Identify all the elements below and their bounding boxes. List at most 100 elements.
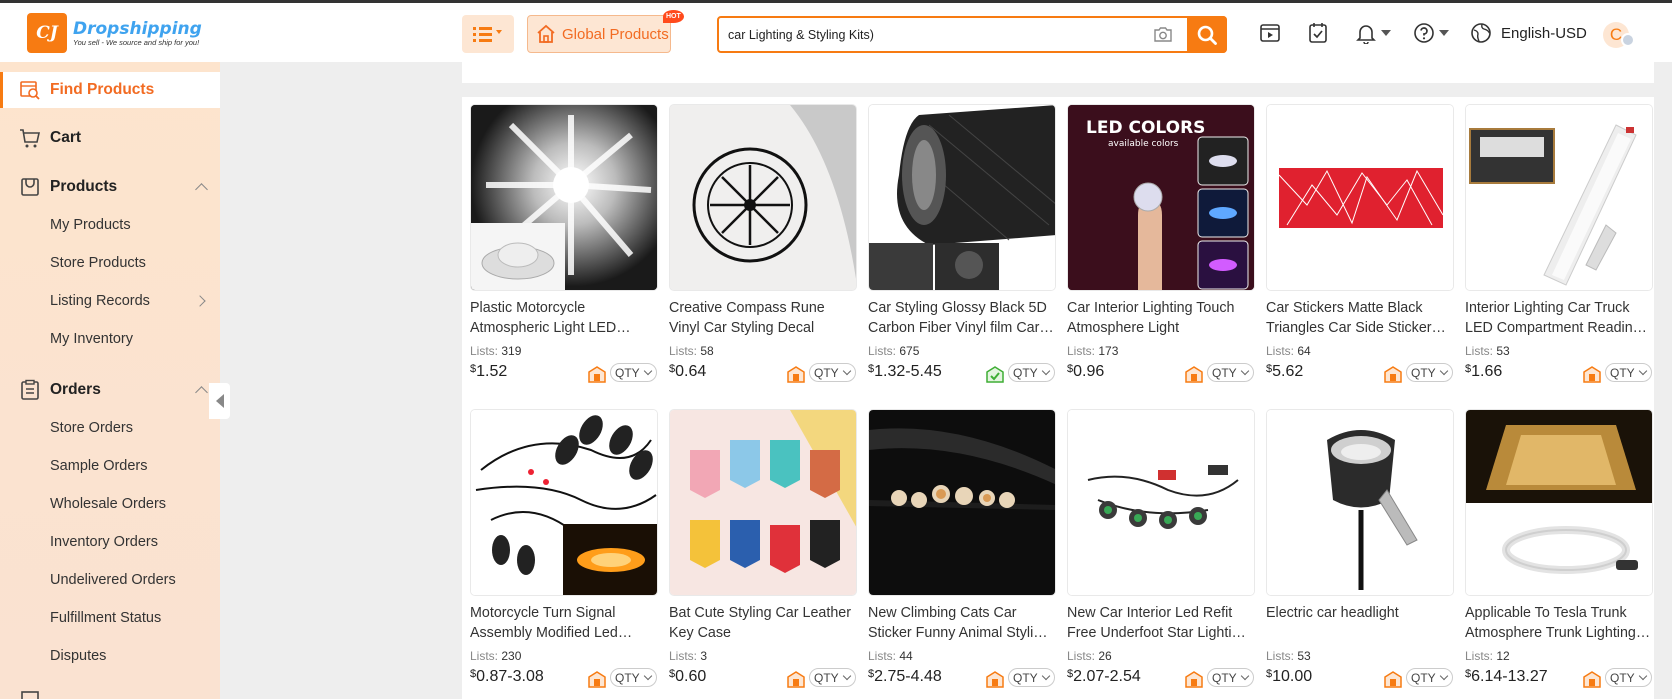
global-products-button[interactable]: Global Products HOT <box>527 10 684 53</box>
product-title[interactable]: Car Stickers Matte Black Triangles Car S… <box>1266 298 1452 338</box>
sidebar-item-orders[interactable]: Orders <box>0 372 220 408</box>
product-image[interactable] <box>868 409 1056 596</box>
product-image[interactable] <box>1266 409 1454 596</box>
product-card[interactable]: Car Stickers Matte Black Triangles Car S… <box>1266 97 1454 389</box>
product-image[interactable] <box>1067 409 1255 596</box>
task-checklist-icon[interactable] <box>1307 22 1329 44</box>
sidebar-item-cart[interactable]: Cart <box>0 120 220 156</box>
category-menu-button[interactable] <box>462 15 514 53</box>
qty-selector[interactable]: QTY <box>1008 363 1055 382</box>
qty-selector[interactable]: QTY <box>1207 668 1254 687</box>
product-title[interactable]: Creative Compass Rune Vinyl Car Styling … <box>669 298 855 338</box>
product-card[interactable]: Creative Compass Rune Vinyl Car Styling … <box>669 97 857 389</box>
product-card[interactable]: Bat Cute Styling Car Leather Key Case Li… <box>669 402 857 694</box>
product-title[interactable]: Motorcycle Turn Signal Assembly Modified… <box>470 603 656 643</box>
sidebar: Find Products Cart Products My Products … <box>0 62 220 699</box>
sidebar-item-my-products[interactable]: My Products <box>0 208 220 242</box>
sidebar-item-store-products[interactable]: Store Products <box>0 246 220 280</box>
qty-selector[interactable]: QTY <box>1406 668 1453 687</box>
product-title[interactable]: Interior Lighting Car Truck LED Compartm… <box>1465 298 1651 338</box>
product-card[interactable]: Applicable To Tesla Trunk Atmosphere Tru… <box>1465 402 1653 694</box>
sidebar-label-find-products: Find Products <box>50 81 155 98</box>
qty-selector[interactable]: QTY <box>1008 668 1055 687</box>
brand-logo[interactable]: CJ Dropshipping You sell - We source and… <box>27 13 202 53</box>
qty-label: QTY <box>615 670 640 685</box>
product-title[interactable]: Plastic Motorcycle Atmospheric Light LED… <box>470 298 656 338</box>
product-card[interactable]: LED COLORS available colors Car Interior… <box>1067 97 1255 389</box>
qty-selector[interactable]: QTY <box>1605 668 1652 687</box>
product-card[interactable]: Interior Lighting Car Truck LED Compartm… <box>1465 97 1653 389</box>
product-image[interactable] <box>1465 104 1653 291</box>
warehouse-icon[interactable] <box>1384 670 1402 688</box>
qty-label: QTY <box>1212 670 1237 685</box>
sidebar-item-sample-orders[interactable]: Sample Orders <box>0 449 220 483</box>
sidebar-item-fulfillment-status[interactable]: Fulfillment Status <box>0 601 220 635</box>
sidebar-collapse-button[interactable] <box>209 383 230 419</box>
verified-warehouse-icon[interactable] <box>986 365 1004 383</box>
qty-selector[interactable]: QTY <box>809 363 856 382</box>
product-image[interactable] <box>669 104 857 291</box>
warehouse-icon[interactable] <box>1384 365 1402 383</box>
product-image[interactable] <box>669 409 857 596</box>
warehouse-icon[interactable] <box>1583 365 1601 383</box>
sidebar-item-undelivered-orders[interactable]: Undelivered Orders <box>0 563 220 597</box>
product-image[interactable]: LED COLORS available colors <box>1067 104 1255 291</box>
product-image[interactable] <box>1465 409 1653 596</box>
sidebar-item-listing-records[interactable]: Listing Records <box>0 284 220 318</box>
product-title[interactable]: Bat Cute Styling Car Leather Key Case <box>669 603 855 643</box>
warehouse-icon[interactable] <box>588 670 606 688</box>
help-icon[interactable] <box>1413 22 1449 44</box>
product-image[interactable] <box>470 104 658 291</box>
product-title[interactable]: Car Styling Glossy Black 5D Carbon Fiber… <box>868 298 1054 338</box>
warehouse-icon[interactable] <box>1185 670 1203 688</box>
product-title[interactable]: Applicable To Tesla Trunk Atmosphere Tru… <box>1465 603 1651 643</box>
warehouse-icon[interactable] <box>588 365 606 383</box>
qty-selector[interactable]: QTY <box>610 363 657 382</box>
chevron-left-icon <box>215 394 224 408</box>
sidebar-item-find-products[interactable]: Find Products <box>0 72 220 108</box>
product-image[interactable] <box>1266 104 1454 291</box>
notification-bell-icon[interactable] <box>1355 22 1391 44</box>
warehouse-icon[interactable] <box>986 670 1004 688</box>
sidebar-label-orders: Orders <box>50 381 101 398</box>
sidebar-item-partial[interactable] <box>0 686 220 699</box>
product-card[interactable]: Electric car headlight Lists: 53 $10.00 … <box>1266 402 1454 694</box>
sidebar-sublabel: Undelivered Orders <box>50 572 176 588</box>
product-image[interactable] <box>470 409 658 596</box>
product-card[interactable]: New Climbing Cats Car Sticker Funny Anim… <box>868 402 1056 694</box>
product-title[interactable]: Car Interior Lighting Touch Atmosphere L… <box>1067 298 1253 338</box>
warehouse-icon[interactable] <box>787 670 805 688</box>
video-icon[interactable] <box>1259 22 1281 44</box>
price-value: 1.32-5.45 <box>874 363 942 380</box>
warehouse-icon[interactable] <box>1583 670 1601 688</box>
product-card[interactable]: Motorcycle Turn Signal Assembly Modified… <box>470 402 658 694</box>
sidebar-item-products[interactable]: Products <box>0 169 220 205</box>
sidebar-sublabel: My Products <box>50 217 131 233</box>
qty-selector[interactable]: QTY <box>610 668 657 687</box>
warehouse-icon[interactable] <box>1185 365 1203 383</box>
logo-text: Dropshipping You sell - We source and sh… <box>73 20 202 47</box>
product-title[interactable]: New Climbing Cats Car Sticker Funny Anim… <box>868 603 1054 643</box>
qty-selector[interactable]: QTY <box>1406 363 1453 382</box>
sidebar-item-store-orders[interactable]: Store Orders <box>0 411 220 445</box>
language-currency-selector[interactable]: English-USD <box>1470 22 1587 44</box>
product-card[interactable]: Plastic Motorcycle Atmospheric Light LED… <box>470 97 658 389</box>
sidebar-item-wholesale-orders[interactable]: Wholesale Orders <box>0 487 220 521</box>
product-card[interactable]: Car Styling Glossy Black 5D Carbon Fiber… <box>868 97 1056 389</box>
sidebar-item-my-inventory[interactable]: My Inventory <box>0 322 220 356</box>
product-title[interactable]: New Car Interior Led Refit Free Underfoo… <box>1067 603 1253 643</box>
product-image[interactable] <box>868 104 1056 291</box>
sidebar-item-disputes[interactable]: Disputes <box>0 639 220 673</box>
qty-selector[interactable]: QTY <box>1207 363 1254 382</box>
qty-selector[interactable]: QTY <box>809 668 856 687</box>
warehouse-icon[interactable] <box>787 365 805 383</box>
search-input[interactable] <box>719 18 1151 51</box>
lists-label: Lists: <box>669 344 698 358</box>
sidebar-item-inventory-orders[interactable]: Inventory Orders <box>0 525 220 559</box>
product-card[interactable]: New Car Interior Led Refit Free Underfoo… <box>1067 402 1255 694</box>
search-bar <box>717 16 1227 53</box>
product-title[interactable]: Electric car headlight <box>1266 603 1452 643</box>
search-button[interactable] <box>1187 16 1227 53</box>
qty-selector[interactable]: QTY <box>1605 363 1652 382</box>
image-search-camera-icon[interactable] <box>1151 26 1175 43</box>
